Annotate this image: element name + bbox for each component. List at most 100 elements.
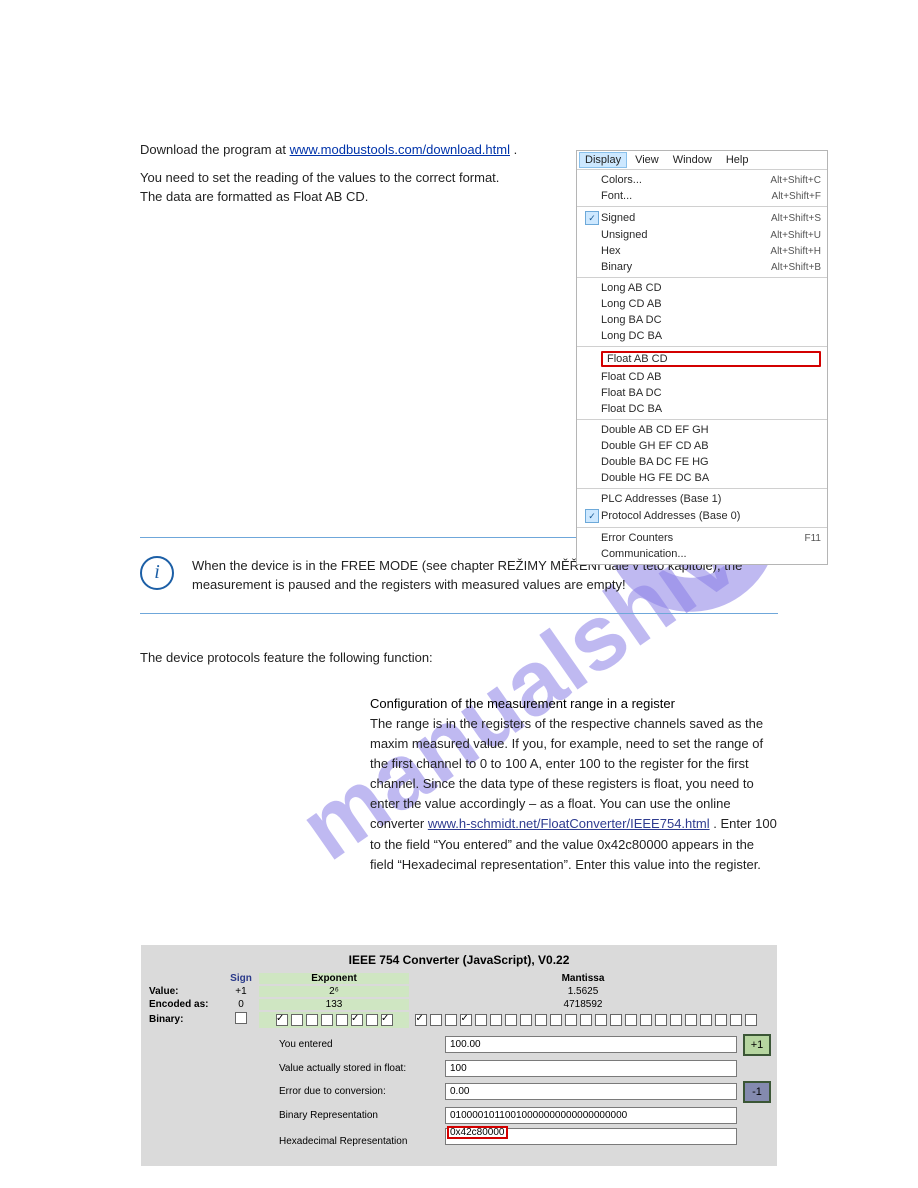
ieee-step-plus-button[interactable]: +1 — [743, 1034, 771, 1056]
bit-checkbox[interactable] — [595, 1014, 607, 1026]
menu-item[interactable]: Double GH EF CD AB — [577, 438, 827, 454]
bit-checkbox[interactable] — [306, 1014, 318, 1026]
bit-checkbox[interactable] — [550, 1014, 562, 1026]
menu-item[interactable]: Float DC BA — [577, 401, 827, 417]
menu-item-label: Long DC BA — [601, 330, 821, 342]
bit-checkbox[interactable] — [610, 1014, 622, 1026]
menu-item-float-abcd[interactable]: Float AB CD — [577, 349, 827, 369]
bit-checkbox[interactable] — [351, 1014, 363, 1026]
bit-checkbox[interactable] — [670, 1014, 682, 1026]
menu-item-error-counters[interactable]: Error CountersF11 — [577, 530, 827, 546]
menu-item[interactable]: Double BA DC FE HG — [577, 454, 827, 470]
ieee-header-exponent: Exponent — [259, 973, 409, 984]
bit-checkbox[interactable] — [415, 1014, 427, 1026]
menu-item-colors[interactable]: Colors... Alt+Shift+C — [577, 172, 827, 188]
menu-item-unsigned[interactable]: Unsigned Alt+Shift+U — [577, 227, 827, 243]
ieee-row-value-label: Value: — [149, 986, 223, 997]
ieee-form-stored-input[interactable] — [445, 1060, 737, 1077]
menu-item-binary[interactable]: Binary Alt+Shift+B — [577, 259, 827, 275]
menu-item[interactable]: Float CD AB — [577, 369, 827, 385]
bit-checkbox[interactable] — [460, 1014, 472, 1026]
bit-checkbox[interactable] — [715, 1014, 727, 1026]
menu-item-label: Binary — [601, 261, 765, 273]
ieee-form-binary-label: Binary Representation — [279, 1110, 439, 1121]
menu-help[interactable]: Help — [720, 152, 755, 168]
menu-item-shortcut: Alt+Shift+B — [765, 262, 821, 273]
menu-item-label: Long CD AB — [601, 298, 821, 310]
menu-item[interactable]: Long AB CD — [577, 280, 827, 296]
ieee-row-encoded-label: Encoded as: — [149, 999, 223, 1010]
menu-group-misc: Error CountersF11 Communication... — [577, 527, 827, 564]
section2-heading: Configuration of the measurement range i… — [370, 694, 778, 714]
menu-item[interactable]: Double HG FE DC BA — [577, 470, 827, 486]
intro-text: . — [514, 142, 518, 157]
info-icon: i — [140, 556, 174, 590]
menu-item-protocol-addresses[interactable]: ✓ Protocol Addresses (Base 0) — [577, 507, 827, 525]
ieee-form-error-input[interactable] — [445, 1083, 737, 1100]
ieee-form-stored-label: Value actually stored in float: — [279, 1063, 439, 1074]
menu-item-label: PLC Addresses (Base 1) — [601, 493, 821, 505]
bit-checkbox[interactable] — [430, 1014, 442, 1026]
bit-checkbox[interactable] — [625, 1014, 637, 1026]
bit-checkbox[interactable] — [475, 1014, 487, 1026]
ieee-form-binary-input[interactable] — [445, 1107, 737, 1124]
check-icon: ✓ — [585, 211, 599, 225]
bit-checkbox[interactable] — [445, 1014, 457, 1026]
download-link[interactable]: www.modbustools.com/download.html — [290, 142, 510, 157]
bit-checkbox[interactable] — [640, 1014, 652, 1026]
bit-checkbox[interactable] — [291, 1014, 303, 1026]
menu-group-long: Long AB CD Long CD AB Long BA DC Long DC… — [577, 277, 827, 346]
ieee-header-sign: Sign — [223, 973, 259, 984]
menu-view[interactable]: View — [629, 152, 665, 168]
menu-item[interactable]: Long CD AB — [577, 296, 827, 312]
menu-item[interactable]: Long BA DC — [577, 312, 827, 328]
bit-checkbox[interactable] — [235, 1012, 247, 1024]
menu-item-label: Protocol Addresses (Base 0) — [601, 510, 821, 522]
bit-checkbox[interactable] — [366, 1014, 378, 1026]
ieee-encoded-mantissa: 4718592 — [409, 999, 757, 1010]
menu-item-plc-addresses[interactable]: PLC Addresses (Base 1) — [577, 491, 827, 507]
bit-checkbox[interactable] — [321, 1014, 333, 1026]
ieee-form-you-entered-input[interactable] — [445, 1036, 737, 1053]
menu-item-shortcut: Alt+Shift+H — [764, 246, 821, 257]
ieee-form-hex-value[interactable]: 0x42c80000 — [448, 1127, 507, 1138]
bit-checkbox[interactable] — [565, 1014, 577, 1026]
bit-checkbox[interactable] — [381, 1014, 393, 1026]
menu-item-hex[interactable]: Hex Alt+Shift+H — [577, 243, 827, 259]
check-icon: ✓ — [585, 509, 599, 523]
menu-item-label: Float DC BA — [601, 403, 821, 415]
bit-checkbox[interactable] — [685, 1014, 697, 1026]
bit-checkbox[interactable] — [745, 1014, 757, 1026]
ieee-bits-mantissa — [409, 1012, 757, 1028]
menu-display[interactable]: Display — [579, 152, 627, 168]
menu-item[interactable]: Float BA DC — [577, 385, 827, 401]
bit-checkbox[interactable] — [655, 1014, 667, 1026]
ieee-bit-sign[interactable] — [223, 1012, 259, 1027]
ieee-step-minus-button[interactable]: -1 — [743, 1081, 771, 1103]
menu-item-shortcut: Alt+Shift+S — [765, 213, 821, 224]
bit-checkbox[interactable] — [520, 1014, 532, 1026]
menu-item-signed[interactable]: ✓ Signed Alt+Shift+S — [577, 209, 827, 227]
bit-checkbox[interactable] — [276, 1014, 288, 1026]
bit-checkbox[interactable] — [535, 1014, 547, 1026]
menu-item-label: Float AB CD — [601, 351, 821, 367]
bit-checkbox[interactable] — [490, 1014, 502, 1026]
bit-checkbox[interactable] — [505, 1014, 517, 1026]
bit-checkbox[interactable] — [730, 1014, 742, 1026]
bit-checkbox[interactable] — [700, 1014, 712, 1026]
bit-checkbox[interactable] — [580, 1014, 592, 1026]
menu-window[interactable]: Window — [667, 152, 718, 168]
menu-item[interactable]: Double AB CD EF GH — [577, 422, 827, 438]
bit-checkbox[interactable] — [336, 1014, 348, 1026]
menu-item-label: Float CD AB — [601, 371, 821, 383]
menu-item-label: Long BA DC — [601, 314, 821, 326]
display-menu: Display View Window Help Colors... Alt+S… — [576, 150, 828, 565]
menu-item-communication[interactable]: Communication... — [577, 546, 827, 562]
menu-item-label: Unsigned — [601, 229, 764, 241]
menu-item-font[interactable]: Font... Alt+Shift+F — [577, 188, 827, 204]
menu-item[interactable]: Long DC BA — [577, 328, 827, 344]
menu-item-label: Error Counters — [601, 532, 799, 544]
float-converter-link[interactable]: www.h-schmidt.net/FloatConverter/IEEE754… — [428, 816, 710, 831]
menu-item-label: Double GH EF CD AB — [601, 440, 821, 452]
intro-text: Download the program at — [140, 142, 290, 157]
